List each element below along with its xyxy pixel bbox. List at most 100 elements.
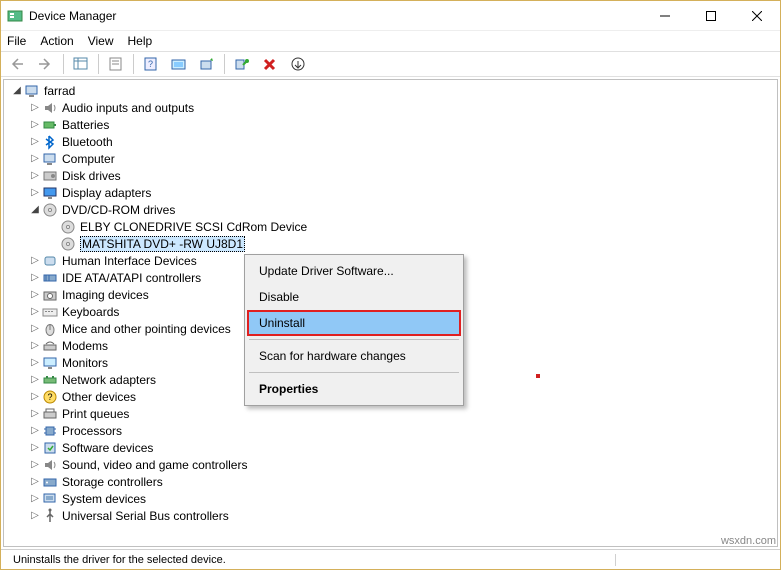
svg-text:?: ? [148,59,153,69]
tree-node-dev-6-0[interactable]: ELBY CLONEDRIVE SCSI CdRom Device [4,218,777,235]
battery-icon [42,117,58,133]
tree-node-cat-4[interactable]: Disk drives [4,167,777,184]
cpu-icon [42,423,58,439]
expand-icon[interactable] [28,204,42,215]
toolbar-detail-button[interactable] [70,53,92,75]
expand-icon[interactable] [28,357,42,368]
camera-icon [42,287,58,303]
tree-node-label: Keyboards [62,305,119,319]
tree-node-label: DVD/CD-ROM drives [62,203,175,217]
printer-icon [42,406,58,422]
toolbar-update-button[interactable] [196,53,218,75]
ctx-properties[interactable]: Properties [247,376,461,402]
ctx-scan[interactable]: Scan for hardware changes [247,343,461,369]
minimize-button[interactable] [642,1,688,31]
display-icon [42,185,58,201]
expand-icon[interactable] [28,289,42,300]
expand-icon[interactable] [28,374,42,385]
toolbar-sep [133,54,134,74]
tree-node-label: Human Interface Devices [62,254,197,268]
tree-node-label: Universal Serial Bus controllers [62,509,229,523]
expand-icon[interactable] [28,510,42,521]
expand-icon[interactable] [28,187,42,198]
tree-node-label: Imaging devices [62,288,149,302]
expand-icon[interactable] [28,153,42,164]
bluetooth-icon [42,134,58,150]
menu-file[interactable]: File [7,34,26,48]
ctx-disable[interactable]: Disable [247,284,461,310]
menu-help[interactable]: Help [128,34,153,48]
expand-icon[interactable] [28,476,42,487]
expand-icon[interactable] [28,119,42,130]
close-button[interactable] [734,1,780,31]
expand-icon[interactable] [28,255,42,266]
computerRoot-icon [24,83,40,99]
window-title: Device Manager [29,9,642,23]
tree-node-cat-20[interactable]: Storage controllers [4,473,777,490]
menu-action[interactable]: Action [40,34,73,48]
tree-node-label: Modems [62,339,108,353]
tree-node-cat-3[interactable]: Computer [4,150,777,167]
maximize-button[interactable] [688,1,734,31]
expand-icon[interactable] [10,85,24,96]
tree-node-label: Monitors [62,356,108,370]
expand-icon[interactable] [28,306,42,317]
tree-node-cat-6[interactable]: DVD/CD-ROM drives [4,201,777,218]
expand-icon[interactable] [28,272,42,283]
toolbar-forward-button[interactable] [35,53,57,75]
tree-node-cat-21[interactable]: System devices [4,490,777,507]
tree-node-cat-19[interactable]: Sound, video and game controllers [4,456,777,473]
expand-icon[interactable] [28,340,42,351]
expand-icon[interactable] [28,493,42,504]
expand-icon[interactable] [28,323,42,334]
toolbar-enable-button[interactable] [231,53,253,75]
toolbar-uninstall-button[interactable] [259,53,281,75]
storage-icon [42,474,58,490]
mouse-icon [42,321,58,337]
tree-node-label: farrad [44,84,75,98]
toolbar-down-button[interactable] [287,53,309,75]
tree-node-cat-22[interactable]: Universal Serial Bus controllers [4,507,777,524]
tree-node-cat-18[interactable]: Software devices [4,439,777,456]
ctx-sep [249,339,459,340]
keyboard-icon [42,304,58,320]
tree-node-label: System devices [62,492,146,506]
tree-node-root[interactable]: farrad [4,82,777,99]
tree-node-cat-2[interactable]: Bluetooth [4,133,777,150]
toolbar: ? [1,51,780,77]
toolbar-sep [98,54,99,74]
toolbar-back-button[interactable] [7,53,29,75]
expand-icon[interactable] [28,170,42,181]
tree-node-cat-5[interactable]: Display adapters [4,184,777,201]
tree-node-label: Batteries [62,118,109,132]
tree-node-dev-6-1[interactable]: MATSHITA DVD+ -RW UJ8D1 [4,235,777,252]
tree-node-label: ELBY CLONEDRIVE SCSI CdRom Device [80,220,307,234]
menu-view[interactable]: View [88,34,114,48]
tree-node-cat-16[interactable]: Print queues [4,405,777,422]
toolbar-properties-button[interactable] [105,53,127,75]
speaker-icon [42,100,58,116]
expand-icon[interactable] [28,408,42,419]
expand-icon[interactable] [28,391,42,402]
ctx-uninstall[interactable]: Uninstall [247,310,461,336]
expand-icon[interactable] [28,459,42,470]
expand-icon[interactable] [28,425,42,436]
tree-node-label: Mice and other pointing devices [62,322,231,336]
tree-node-cat-17[interactable]: Processors [4,422,777,439]
toolbar-help-button[interactable]: ? [140,53,162,75]
tree-node-label: Computer [62,152,115,166]
expand-icon[interactable] [28,442,42,453]
tree-node-cat-1[interactable]: Batteries [4,116,777,133]
software-icon [42,440,58,456]
tree-node-label: Processors [62,424,122,438]
tree-node-cat-0[interactable]: Audio inputs and outputs [4,99,777,116]
app-icon [7,8,23,24]
disc-icon [60,219,76,235]
expand-icon[interactable] [28,136,42,147]
ctx-sep [249,372,459,373]
tree-node-label: Network adapters [62,373,156,387]
toolbar-scan-button[interactable] [168,53,190,75]
expand-icon[interactable] [28,102,42,113]
ide-icon [42,270,58,286]
ctx-update-driver[interactable]: Update Driver Software... [247,258,461,284]
